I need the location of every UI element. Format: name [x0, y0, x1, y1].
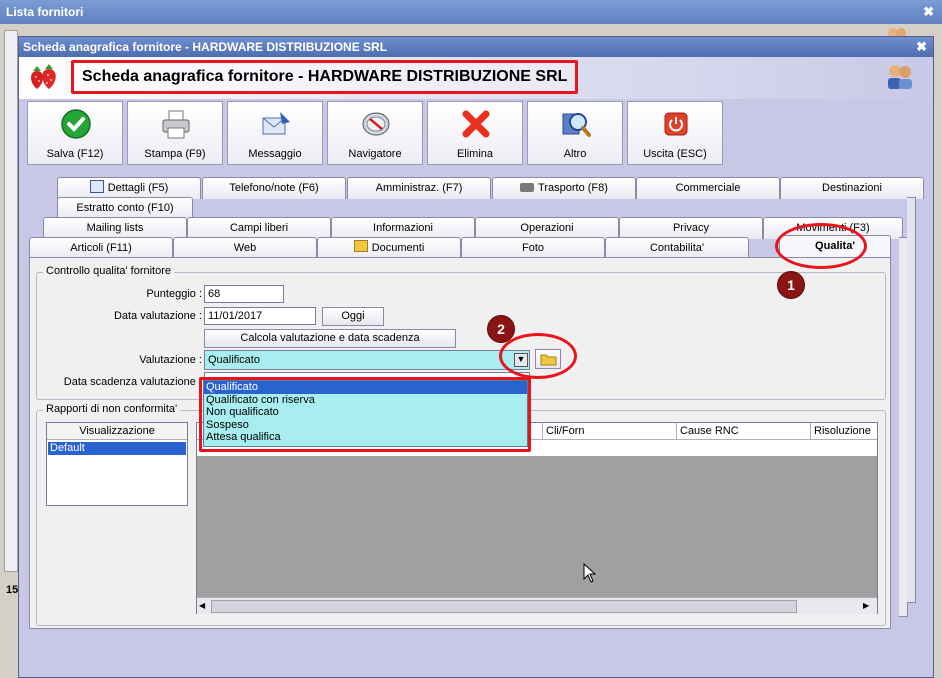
quality-group-title: Controllo qualita' fornitore: [43, 265, 175, 277]
folder-icon: [353, 240, 368, 252]
grid-header-cli-forn: Cli/Forn: [543, 423, 677, 439]
magnifier-icon: [560, 108, 592, 140]
data-valutazione-label: Data valutazione :: [113, 310, 202, 322]
view-list-header: Visualizzazione: [47, 423, 187, 440]
tab-articoli[interactable]: Articoli (F11): [29, 237, 173, 259]
callout-badge-1: 1: [777, 271, 805, 299]
oggi-button[interactable]: Oggi: [322, 307, 384, 326]
dialog-header: Scheda anagrafica fornitore - HARDWARE D…: [19, 57, 933, 99]
background-window-title: Lista fornitori: [0, 0, 942, 24]
tab-dettagli[interactable]: Dettagli (F5): [57, 177, 201, 199]
dialog-title-bar: Scheda anagrafica fornitore - HARDWARE D…: [19, 37, 933, 57]
callout-circle-dropdown: [499, 333, 577, 379]
data-valutazione-field[interactable]: 11/01/2017: [204, 307, 316, 325]
tab-privacy[interactable]: Privacy: [619, 217, 763, 239]
tab-operazioni[interactable]: Operazioni: [475, 217, 619, 239]
tab-campi-liberi[interactable]: Campi liberi: [187, 217, 331, 239]
envelope-icon: [260, 108, 292, 140]
mouse-cursor-icon: [583, 562, 597, 583]
more-button[interactable]: Altro: [527, 101, 623, 165]
horizontal-scrollbar[interactable]: ◀ ▶: [197, 597, 877, 614]
compass-icon: [360, 108, 392, 140]
callout-badge-2: 2: [487, 315, 515, 343]
print-button[interactable]: Stampa (F9): [127, 101, 223, 165]
scroll-thumb[interactable]: [211, 600, 797, 613]
delete-x-icon: [460, 108, 492, 140]
rnc-group-title: Rapporti di non conformita': [43, 403, 181, 415]
tab-destinazioni[interactable]: Destinazioni: [780, 177, 924, 199]
tab-trasporto[interactable]: Trasporto (F8): [492, 177, 636, 199]
tab-commerciale[interactable]: Commerciale: [636, 177, 780, 199]
message-button[interactable]: Messaggio: [227, 101, 323, 165]
view-item-default[interactable]: Default: [48, 442, 186, 455]
scroll-left-icon[interactable]: ◀: [199, 600, 209, 612]
header-title: Scheda anagrafica fornitore - HARDWARE D…: [71, 60, 579, 94]
exit-button[interactable]: Uscita (ESC): [627, 101, 723, 165]
tab-contabilita[interactable]: Contabilita': [605, 237, 749, 259]
callout-circle-qualita: [775, 223, 867, 269]
punteggio-field[interactable]: 68: [204, 285, 284, 303]
calendar-icon: [89, 180, 104, 193]
printer-icon: [160, 108, 192, 140]
scroll-right-icon[interactable]: ▶: [863, 600, 873, 612]
tab-informazioni[interactable]: Informazioni: [331, 217, 475, 239]
valutazione-select[interactable]: Qualificato: [204, 350, 530, 370]
tab-estratto-conto[interactable]: Estratto conto (F10): [57, 197, 193, 219]
supplier-dialog: Scheda anagrafica fornitore - HARDWARE D…: [18, 36, 934, 678]
view-list[interactable]: Visualizzazione Default: [46, 422, 188, 506]
delete-button[interactable]: Elimina: [427, 101, 523, 165]
strawberry-logo-icon: [27, 63, 63, 91]
users-icon: [885, 63, 915, 89]
valutazione-label: Valutazione :: [139, 354, 202, 366]
background-status-number: 15: [6, 584, 19, 596]
tab-documenti[interactable]: Documenti: [317, 237, 461, 259]
calcola-button[interactable]: Calcola valutazione e data scadenza: [204, 329, 456, 348]
tab-web[interactable]: Web: [173, 237, 317, 259]
background-close-icon[interactable]: ✖: [923, 4, 934, 20]
scadenza-label: Data scadenza valutazione :: [63, 376, 202, 388]
dropdown-highlight-frame: [199, 377, 531, 452]
tab-foto[interactable]: Foto: [461, 237, 605, 259]
save-check-icon: [60, 108, 92, 140]
tab-mailing-lists[interactable]: Mailing lists: [43, 217, 187, 239]
punteggio-label: Punteggio :: [146, 288, 202, 300]
stacked-page-edge: [907, 197, 916, 603]
tab-telefono-note[interactable]: Telefono/note (F6): [202, 177, 346, 199]
truck-icon: [520, 183, 535, 192]
tab-amministrazione[interactable]: Amministraz. (F7): [347, 177, 491, 199]
navigator-button[interactable]: Navigatore: [327, 101, 423, 165]
save-button[interactable]: Salva (F12): [27, 101, 123, 165]
dialog-close-icon[interactable]: ✖: [916, 39, 927, 55]
grid-header-risoluzione: Risoluzione: [811, 423, 877, 439]
background-panel: [4, 30, 18, 572]
grid-header-cause-rnc: Cause RNC: [677, 423, 811, 439]
power-icon: [660, 108, 692, 140]
